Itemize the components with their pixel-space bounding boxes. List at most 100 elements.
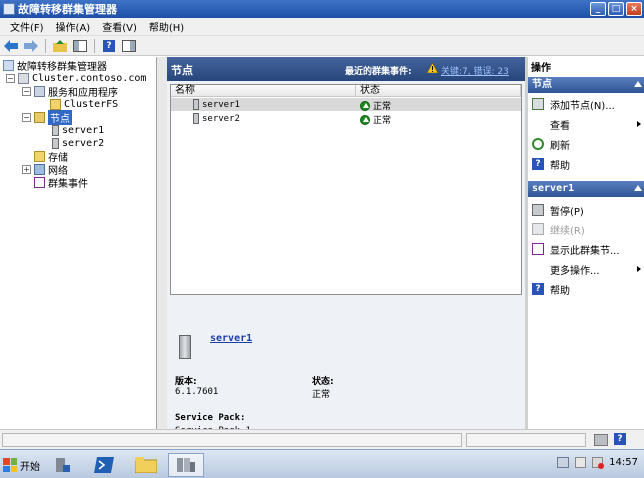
tree-item-events[interactable]: 群集事件 bbox=[34, 176, 88, 190]
explorer-taskbar-icon[interactable] bbox=[128, 453, 164, 477]
menu-bar: 文件(F) 操作(A) 查看(V) 帮助(H) bbox=[0, 18, 644, 36]
navigation-tree: 故障转移群集管理器 − Cluster.contoso.com − 服务和应用程… bbox=[0, 57, 157, 429]
toolbar-separator bbox=[45, 38, 46, 53]
service-pack-label: Service Pack: bbox=[175, 413, 246, 423]
file-server-icon bbox=[50, 99, 61, 110]
cluster-manager-taskbar-icon[interactable] bbox=[168, 453, 204, 477]
node-name: server2 bbox=[202, 113, 240, 124]
resume-action[interactable]: 继续(R) bbox=[528, 220, 644, 238]
server-manager-taskbar-icon[interactable] bbox=[44, 453, 80, 477]
add-node-icon bbox=[532, 98, 544, 110]
title-bar: 故障转移群集管理器 _ □ × bbox=[0, 0, 644, 18]
collapse-icon[interactable]: − bbox=[22, 87, 31, 96]
collapse-caret-icon[interactable] bbox=[634, 185, 642, 191]
help-icon[interactable]: ? bbox=[614, 433, 626, 445]
results-header: 节点 最近的群集事件: 关键:7, 错误: 23 bbox=[167, 57, 525, 81]
clock[interactable]: 14:57 bbox=[609, 457, 638, 468]
actions-pane: 操作 节点 添加节点(N)... 查看 刷新 ? 帮助 server1 暂停(P… bbox=[528, 57, 644, 429]
node-details: server1 版本: 6.1.7601 状态: 正常 Service Pack… bbox=[167, 299, 525, 436]
tree-item-server1[interactable]: server1 bbox=[52, 124, 104, 137]
show-hide-action-pane-icon[interactable] bbox=[121, 38, 137, 54]
column-header-name[interactable]: 名称 bbox=[171, 85, 356, 97]
refresh-icon bbox=[532, 138, 544, 150]
collapse-icon[interactable]: − bbox=[22, 113, 31, 122]
maximize-button[interactable]: □ bbox=[608, 2, 624, 16]
network-tray-icon[interactable] bbox=[557, 457, 570, 468]
more-actions[interactable]: 更多操作... bbox=[528, 260, 644, 278]
tree-item-root[interactable]: 故障转移群集管理器 bbox=[3, 59, 107, 73]
up-folder-icon[interactable] bbox=[52, 38, 68, 54]
blank-icon bbox=[532, 118, 544, 130]
collapse-icon[interactable]: − bbox=[6, 74, 15, 83]
event-log-icon bbox=[34, 177, 45, 188]
submenu-arrow-icon bbox=[637, 121, 641, 127]
blank-icon bbox=[532, 263, 544, 275]
show-events-action[interactable]: 显示此群集节... bbox=[528, 240, 644, 258]
add-node-action[interactable]: 添加节点(N)... bbox=[528, 95, 644, 113]
cluster-manager-icon bbox=[3, 60, 14, 71]
recent-events-link[interactable]: 关键:7, 错误: 23 bbox=[441, 64, 525, 77]
view-action[interactable]: 查看 bbox=[528, 115, 644, 133]
resume-node-icon bbox=[532, 223, 544, 235]
warning-icon bbox=[426, 62, 439, 76]
status-panel bbox=[466, 433, 586, 447]
server-icon bbox=[52, 138, 59, 149]
node-name: server1 bbox=[202, 99, 240, 110]
actions-section-server1[interactable]: server1 bbox=[528, 181, 644, 197]
status-bar: ? bbox=[0, 429, 644, 449]
action-center-icon[interactable] bbox=[575, 457, 587, 468]
tree-item-services[interactable]: − 服务和应用程序 bbox=[22, 85, 118, 99]
window-title: 故障转移群集管理器 bbox=[18, 3, 117, 16]
status-up-icon bbox=[360, 100, 370, 111]
help-icon: ? bbox=[532, 283, 544, 295]
tree-item-nodes[interactable]: − 节点 bbox=[22, 110, 72, 125]
server-icon bbox=[52, 125, 59, 136]
menu-help[interactable]: 帮助(H) bbox=[143, 19, 190, 34]
menu-file[interactable]: 文件(F) bbox=[4, 19, 50, 34]
server-icon bbox=[193, 113, 199, 124]
start-button[interactable]: 开始 bbox=[0, 455, 40, 475]
nodes-icon bbox=[34, 112, 45, 123]
help-action[interactable]: ? 帮助 bbox=[528, 155, 644, 173]
server-link[interactable]: server1 bbox=[210, 333, 252, 344]
column-header-status[interactable]: 状态 bbox=[356, 85, 521, 97]
submenu-arrow-icon bbox=[637, 266, 641, 272]
server-icon bbox=[193, 99, 199, 110]
forward-arrow-icon[interactable] bbox=[23, 38, 39, 54]
help-icon[interactable]: ? bbox=[101, 38, 117, 54]
refresh-action[interactable]: 刷新 bbox=[528, 135, 644, 153]
help-icon: ? bbox=[532, 158, 544, 170]
results-pane: 节点 最近的群集事件: 关键:7, 错误: 23 名称 状态 server1 正… bbox=[167, 57, 525, 436]
storage-icon bbox=[34, 151, 45, 162]
powershell-taskbar-icon[interactable] bbox=[86, 453, 122, 477]
toolbar: ? bbox=[0, 36, 644, 56]
help-action[interactable]: ? 帮助 bbox=[528, 280, 644, 298]
table-row[interactable]: server2 正常 bbox=[171, 112, 521, 126]
collapse-caret-icon[interactable] bbox=[634, 81, 642, 87]
windows-logo-icon bbox=[3, 458, 17, 472]
page-title: 节点 bbox=[171, 64, 193, 77]
services-icon bbox=[34, 86, 45, 97]
back-arrow-icon[interactable] bbox=[3, 38, 19, 54]
network-icon bbox=[34, 164, 45, 175]
server-large-icon bbox=[179, 335, 191, 359]
actions-section-nodes[interactable]: 节点 bbox=[528, 77, 644, 93]
pause-action[interactable]: 暂停(P) bbox=[528, 201, 644, 219]
recent-events-label: 最近的群集事件: bbox=[345, 67, 412, 77]
expand-icon[interactable]: + bbox=[22, 165, 31, 174]
volume-icon[interactable] bbox=[592, 457, 605, 469]
pause-node-icon bbox=[532, 204, 544, 216]
node-status: 正常 bbox=[373, 102, 392, 112]
toolbar-separator bbox=[94, 38, 95, 53]
actions-title: 操作 bbox=[528, 59, 644, 74]
show-hide-tree-icon[interactable] bbox=[72, 38, 88, 54]
close-button[interactable]: × bbox=[626, 2, 642, 16]
pane-splitter[interactable] bbox=[157, 57, 167, 429]
menu-view[interactable]: 查看(V) bbox=[96, 19, 143, 34]
minimize-button[interactable]: _ bbox=[590, 2, 606, 16]
window-controls: _ □ × bbox=[590, 2, 642, 16]
version-label: 版本: bbox=[175, 377, 197, 387]
menu-action[interactable]: 操作(A) bbox=[50, 19, 97, 34]
table-row[interactable]: server1 正常 bbox=[171, 98, 521, 112]
status-value: 正常 bbox=[312, 390, 331, 400]
